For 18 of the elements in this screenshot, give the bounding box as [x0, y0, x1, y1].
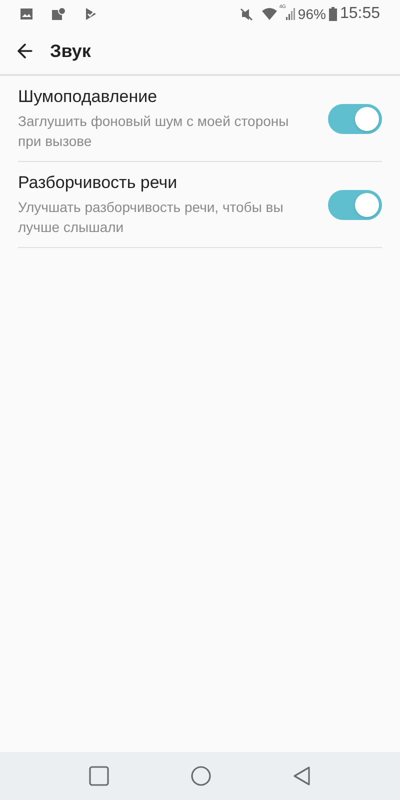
- battery-percent: 96%: [298, 4, 326, 24]
- image-icon: [20, 8, 33, 20]
- clock: 15:55: [340, 4, 380, 24]
- mute-icon: [240, 8, 254, 20]
- toggle-switch[interactable]: [328, 190, 382, 220]
- home-icon[interactable]: [191, 766, 211, 786]
- setting-summary: Улучшать разборчивость речи, чтобы вы лучше слышали: [18, 198, 284, 237]
- recents-icon[interactable]: [89, 766, 109, 786]
- battery-icon: [328, 7, 337, 21]
- setting-title: Разборчивость речи: [18, 172, 178, 194]
- page-title: Звук: [50, 40, 91, 63]
- wifi-icon: [262, 8, 278, 20]
- signal-icon: [286, 8, 295, 20]
- setting-summary: Заглушить фоновый шум с моей стороны при вызове: [18, 112, 290, 151]
- play-check-icon: [85, 7, 97, 21]
- back-icon[interactable]: [293, 766, 311, 786]
- setting-title: Шумоподавление: [18, 86, 158, 108]
- toggle-switch[interactable]: [328, 104, 382, 134]
